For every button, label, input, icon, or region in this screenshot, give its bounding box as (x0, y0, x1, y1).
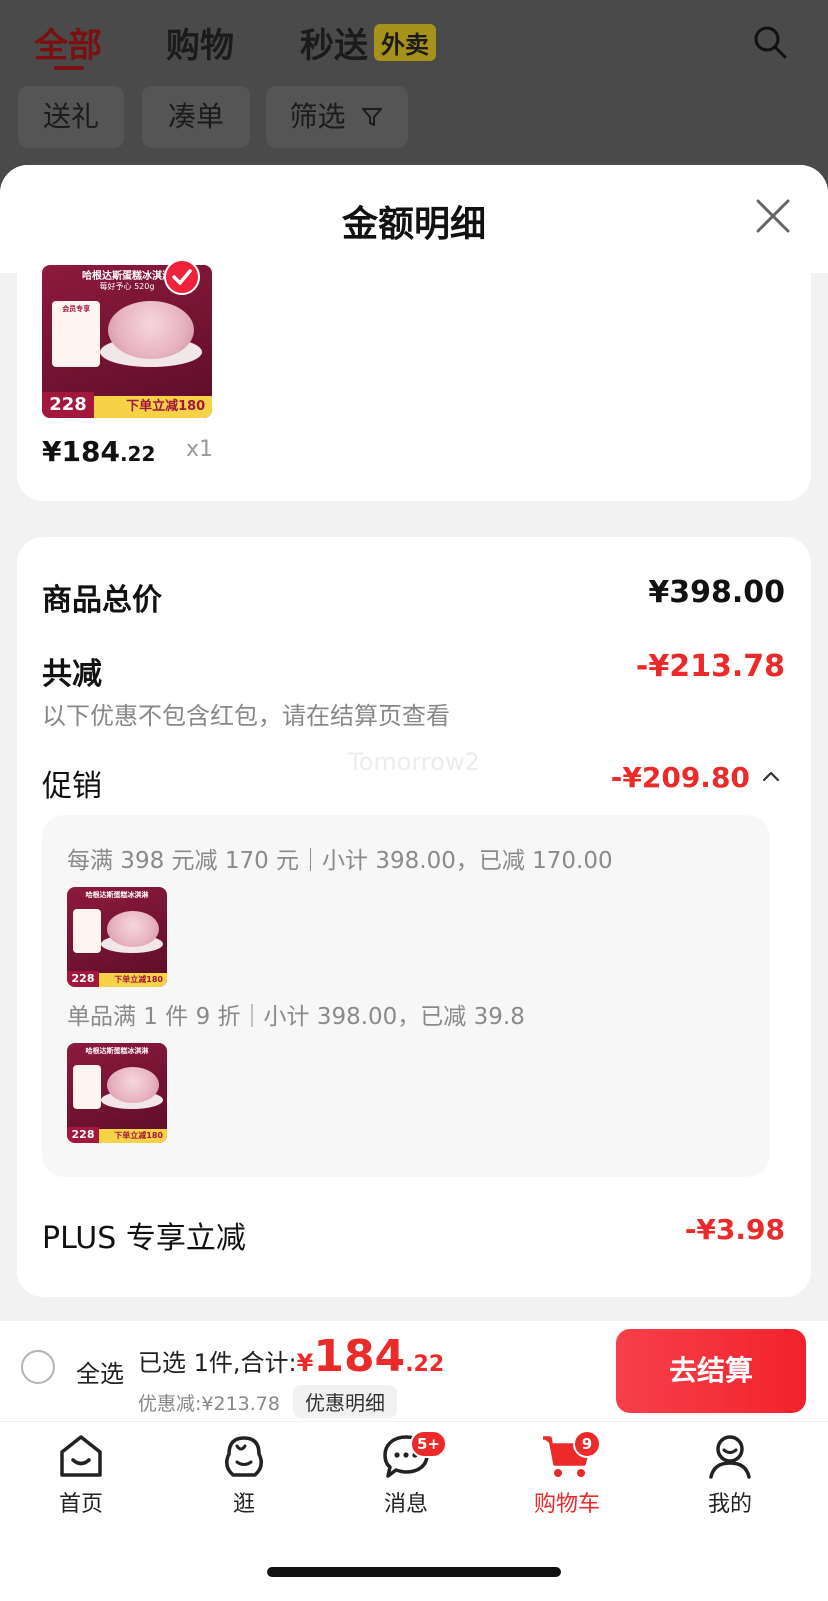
member-tag: 会员专享 (62, 305, 91, 313)
sheet-title: 金额明细 (341, 204, 486, 245)
product-image-price: 228 (42, 392, 94, 418)
product-image-deal: 下单立减180 (126, 399, 206, 414)
discount-note: 以下优惠不包含红包，请在结算页查看 (42, 702, 450, 730)
total-integer: 184 (313, 1331, 406, 1382)
sheet-header: 金额明细 (0, 165, 828, 273)
promotion-label: 促销 (42, 769, 102, 804)
member-coupon-panel (73, 1065, 101, 1109)
product-card: 哈根达斯蛋糕冰淇淋 莓好予心 520g 会员专享 228 下单立减180 ¥18… (17, 259, 811, 501)
product-price: ¥184.22 (42, 435, 155, 468)
chip-gift[interactable]: 送礼 (18, 86, 124, 148)
product-price-main: ¥184 (42, 435, 120, 468)
nav-profile[interactable]: 我的 (670, 1432, 790, 1518)
nav-browse-label: 逛 (232, 1492, 255, 1517)
nav-home[interactable]: 首页 (21, 1432, 141, 1518)
close-icon[interactable] (754, 197, 792, 235)
total-price-label: 商品总价 (42, 583, 162, 618)
total-currency: ¥ (296, 1349, 314, 1377)
plus-discount-value: -¥3.98 (684, 1213, 785, 1246)
tab-active-indicator (54, 66, 84, 70)
nav-profile-label: 我的 (707, 1492, 752, 1517)
cart-badge: 9 (573, 1430, 601, 1458)
takeout-badge: 外卖 (374, 24, 436, 61)
tab-shopping[interactable]: 购物 (166, 18, 234, 67)
tab-all[interactable]: 全部 (34, 18, 102, 67)
search-icon[interactable] (752, 24, 788, 60)
select-all-radio[interactable] (21, 1350, 55, 1384)
message-badge: 5+ (410, 1430, 448, 1458)
category-tabs: 全部 购物 秒送 外卖 (34, 18, 788, 78)
promotion-details: 每满 398 元减 170 元｜小计 398.00，已减 170.00 哈根达斯… (42, 815, 770, 1177)
home-indicator (267, 1567, 561, 1577)
product-price-decimal: .22 (119, 442, 156, 466)
promo-rule-text: 每满 398 元减 170 元｜小计 398.00，已减 170.00 (67, 848, 613, 874)
chevron-up-icon (762, 771, 780, 782)
discount-detail-button[interactable]: 优惠明细 (293, 1385, 397, 1418)
nav-cart-label: 购物车 (533, 1492, 600, 1517)
cake-illustration (107, 911, 159, 947)
cake-illustration (107, 1067, 159, 1103)
promo-product-image[interactable]: 哈根达斯蛋糕冰淇淋 228 下单立减180 (67, 887, 167, 987)
home-icon (60, 1435, 102, 1477)
nav-cart[interactable]: 9 购物车 (507, 1430, 627, 1518)
checkout-button[interactable]: 去结算 (616, 1329, 806, 1413)
promotion-value: -¥209.80 (610, 761, 750, 794)
nav-browse[interactable]: 逛 (184, 1432, 304, 1518)
promo-image-deal: 下单立减180 (114, 1131, 163, 1140)
selected-check-icon[interactable] (164, 259, 200, 295)
promo-rule-text: 单品满 1 件 9 折｜小计 398.00，已减 39.8 (67, 1004, 525, 1030)
checkout-bar: 全选 已选 1件,合计:¥184.22 优惠减:¥213.78 优惠明细 去结算 (0, 1321, 828, 1421)
selected-total: 已选 1件,合计:¥184.22 (138, 1331, 444, 1382)
nav-messages-label: 消息 (383, 1492, 428, 1517)
browse-icon (225, 1436, 263, 1477)
discount-summary: 优惠减:¥213.78 (138, 1393, 280, 1415)
total-price-value: ¥398.00 (648, 575, 785, 610)
checkmark-icon (172, 269, 192, 285)
nav-messages[interactable]: 5+ 消息 (346, 1430, 466, 1518)
plus-discount-label: PLUS 专享立减 (42, 1221, 246, 1256)
promo-image-title: 哈根达斯蛋糕冰淇淋 (85, 891, 149, 899)
promo-image-price: 228 (67, 971, 99, 987)
chip-filter-label: 筛选 (289, 100, 346, 133)
product-quantity: x1 (186, 437, 214, 462)
selected-count-text: 已选 1件,合计: (138, 1349, 297, 1377)
nav-home-label: 首页 (58, 1492, 103, 1517)
promotion-toggle[interactable]: -¥209.80 (611, 761, 781, 794)
chip-add-on[interactable]: 凑单 (142, 86, 250, 148)
total-reduce-value: -¥213.78 (635, 649, 785, 684)
promo-image-price: 228 (67, 1127, 99, 1143)
total-decimal: .22 (405, 1352, 445, 1377)
total-reduce-label: 共减 (42, 657, 102, 692)
member-coupon-panel: 会员专享 (52, 301, 101, 367)
price-summary-card: 商品总价 ¥398.00 共减 -¥213.78 以下优惠不包含红包，请在结算页… (17, 537, 811, 1297)
amount-detail-sheet: 金额明细 哈根达斯蛋糕冰淇淋 莓好予心 520g 会员专享 228 下单立减18… (0, 165, 828, 1321)
select-all-label[interactable]: 全选 (76, 1354, 124, 1389)
member-coupon-panel (73, 909, 101, 953)
chip-filter[interactable]: 筛选 (266, 86, 408, 148)
cake-illustration (108, 301, 194, 359)
profile-icon (709, 1435, 751, 1479)
promo-image-title: 哈根达斯蛋糕冰淇淋 (85, 1047, 149, 1055)
tab-instant-delivery[interactable]: 秒送 (300, 18, 368, 67)
promo-product-image[interactable]: 哈根达斯蛋糕冰淇淋 228 下单立减180 (67, 1043, 167, 1143)
filter-icon (362, 108, 383, 126)
promo-image-deal: 下单立减180 (114, 975, 163, 984)
